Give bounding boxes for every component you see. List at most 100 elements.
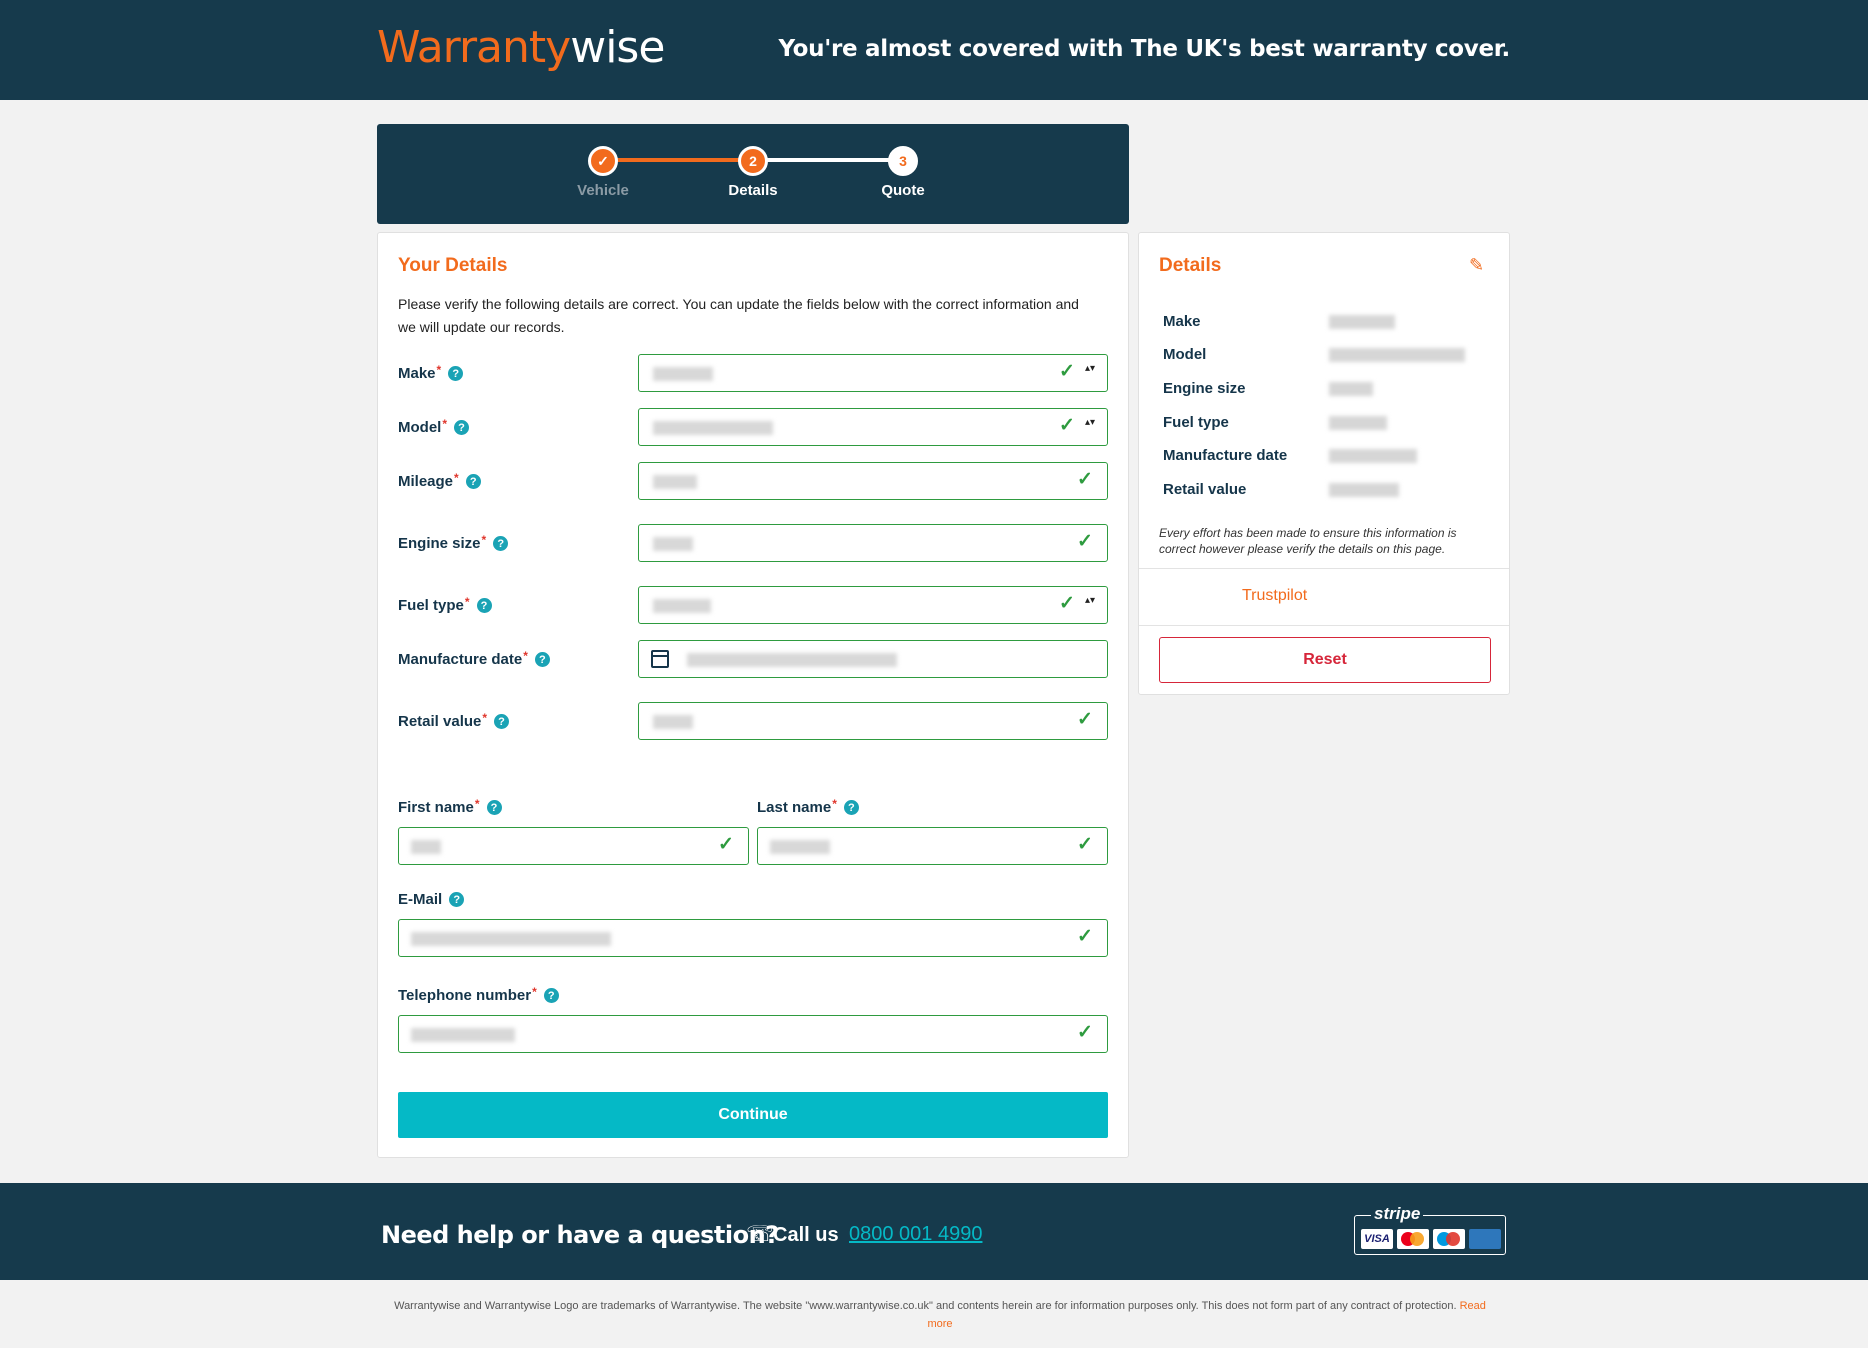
help-icon[interactable]: ? <box>449 892 465 907</box>
vehicle-summary-panel: Details ✎ Make Model Engine size Fuel ty… <box>1138 232 1510 695</box>
model-label: Model *? <box>398 417 470 436</box>
divider <box>1139 568 1509 569</box>
help-icon[interactable]: ? <box>494 714 510 729</box>
help-icon[interactable]: ? <box>843 800 859 815</box>
select-arrows-icon: ▴▾ <box>1084 417 1095 428</box>
retail-value-label-text: Retail value <box>398 713 482 730</box>
telephone-label: Telephone number *? <box>398 985 559 1004</box>
valid-check-icon: ✓ <box>1059 593 1075 614</box>
continue-button[interactable]: Continue <box>398 1092 1108 1138</box>
legal-text: Warrantywise and Warrantywise Logo are t… <box>394 1300 1457 1312</box>
visa-icon: VISA <box>1361 1229 1393 1249</box>
legal-notice: Warrantywise and Warrantywise Logo are t… <box>390 1297 1490 1333</box>
required-marker: * <box>481 533 487 547</box>
redacted-value <box>653 537 693 551</box>
manufacture-date-label: Manufacture date *? <box>398 649 550 668</box>
warrantywise-logo[interactable]: Warrantywise <box>377 22 665 73</box>
summary-make-label: Make <box>1163 313 1201 330</box>
step-quote-marker: 3 <box>888 146 918 176</box>
retail-value-input[interactable]: ✓ <box>638 702 1108 740</box>
valid-check-icon: ✓ <box>1077 531 1093 552</box>
mileage-label-text: Mileage <box>398 473 454 490</box>
required-marker: * <box>464 595 470 609</box>
fuel-type-label: Fuel type *? <box>398 595 492 614</box>
mileage-label: Mileage *? <box>398 471 481 490</box>
fuel-type-select[interactable]: ✓ ▴▾ <box>638 586 1108 624</box>
help-icon[interactable]: ? <box>486 800 502 815</box>
required-marker: * <box>442 417 448 431</box>
step-vehicle-check-icon[interactable]: ✓ <box>588 146 618 176</box>
progress-stepper: ✓ 2 3 Vehicle Details Quote <box>377 124 1129 224</box>
manufacture-date-label-text: Manufacture date <box>398 651 523 668</box>
required-marker: * <box>454 471 459 485</box>
edit-icon[interactable]: ✎ <box>1469 255 1489 275</box>
reset-button[interactable]: Reset <box>1159 637 1491 683</box>
first-name-input[interactable]: ✓ <box>398 827 749 865</box>
select-arrows-icon: ▴▾ <box>1084 595 1095 606</box>
engine-size-input[interactable]: ✓ <box>638 524 1108 562</box>
email-input[interactable]: ✓ <box>398 919 1108 957</box>
fuel-type-label-text: Fuel type <box>398 597 464 614</box>
redacted-value <box>653 599 711 613</box>
redacted-value <box>770 840 830 854</box>
select-arrows-icon: ▴▾ <box>1084 363 1095 374</box>
valid-check-icon: ✓ <box>1059 415 1075 436</box>
trustpilot-link[interactable]: Trustpilot <box>1242 587 1307 605</box>
summary-fuel-type-label: Fuel type <box>1163 414 1229 431</box>
calendar-icon[interactable] <box>651 650 669 668</box>
help-icon[interactable]: ? <box>454 420 470 435</box>
last-name-label-text: Last name <box>757 799 832 816</box>
help-icon[interactable]: ? <box>465 474 481 489</box>
first-name-label-text: First name <box>398 799 474 816</box>
help-icon[interactable]: ? <box>534 652 550 667</box>
summary-title: Details <box>1159 255 1222 276</box>
redacted-value <box>411 840 441 854</box>
step-connector-complete <box>603 158 753 162</box>
form-title: Your Details <box>398 255 508 276</box>
summary-disclaimer: Every effort has been made to ensure thi… <box>1159 526 1457 556</box>
required-marker: * <box>482 711 488 725</box>
stripe-payment-badge: stripe VISA <box>1354 1204 1506 1255</box>
help-question: Need help or have a question? <box>381 1221 779 1249</box>
telephone-input[interactable]: ✓ <box>398 1015 1108 1053</box>
make-label: Make *? <box>398 363 464 382</box>
amex-icon <box>1469 1229 1501 1249</box>
phone-number-link[interactable]: 0800 001 4990 <box>849 1223 982 1246</box>
valid-check-icon: ✓ <box>1059 361 1075 382</box>
header-tagline: You're almost covered with The UK's best… <box>778 36 1510 62</box>
step-vehicle-label[interactable]: Vehicle <box>543 182 663 199</box>
redacted-value <box>1329 416 1387 430</box>
make-select[interactable]: ✓ ▴▾ <box>638 354 1108 392</box>
mileage-input[interactable]: ✓ <box>638 462 1108 500</box>
help-icon[interactable]: ? <box>448 366 464 381</box>
model-select[interactable]: ✓ ▴▾ <box>638 408 1108 446</box>
step-details-label: Details <box>728 182 778 199</box>
help-icon[interactable]: ? <box>476 598 492 613</box>
your-details-form: Your Details Please verify the following… <box>377 232 1129 1158</box>
required-marker: * <box>832 797 837 811</box>
redacted-value <box>653 715 693 729</box>
redacted-value <box>1329 483 1399 497</box>
redacted-value <box>653 367 713 381</box>
summary-manufacture-date-label: Manufacture date <box>1163 447 1288 464</box>
required-marker: * <box>436 363 442 377</box>
redacted-value <box>687 653 897 667</box>
valid-check-icon: ✓ <box>1077 834 1093 855</box>
footer-bar: Need help or have a question? ☏ Call us … <box>0 1183 1868 1280</box>
redacted-value <box>1329 315 1395 329</box>
redacted-value <box>1329 382 1373 396</box>
telephone-label-text: Telephone number <box>398 987 532 1004</box>
last-name-label: Last name *? <box>757 797 859 816</box>
last-name-input[interactable]: ✓ <box>757 827 1108 865</box>
valid-check-icon: ✓ <box>1077 709 1093 730</box>
help-icon[interactable]: ? <box>543 988 559 1003</box>
summary-model-label: Model <box>1163 346 1207 363</box>
valid-check-icon: ✓ <box>1077 926 1093 947</box>
engine-size-label: Engine size *? <box>398 533 509 552</box>
valid-check-icon: ✓ <box>1077 1022 1093 1043</box>
model-label-text: Model <box>398 419 442 436</box>
manufacture-date-input[interactable] <box>638 640 1108 678</box>
divider <box>1139 625 1509 626</box>
maestro-icon <box>1433 1229 1465 1249</box>
help-icon[interactable]: ? <box>493 536 509 551</box>
